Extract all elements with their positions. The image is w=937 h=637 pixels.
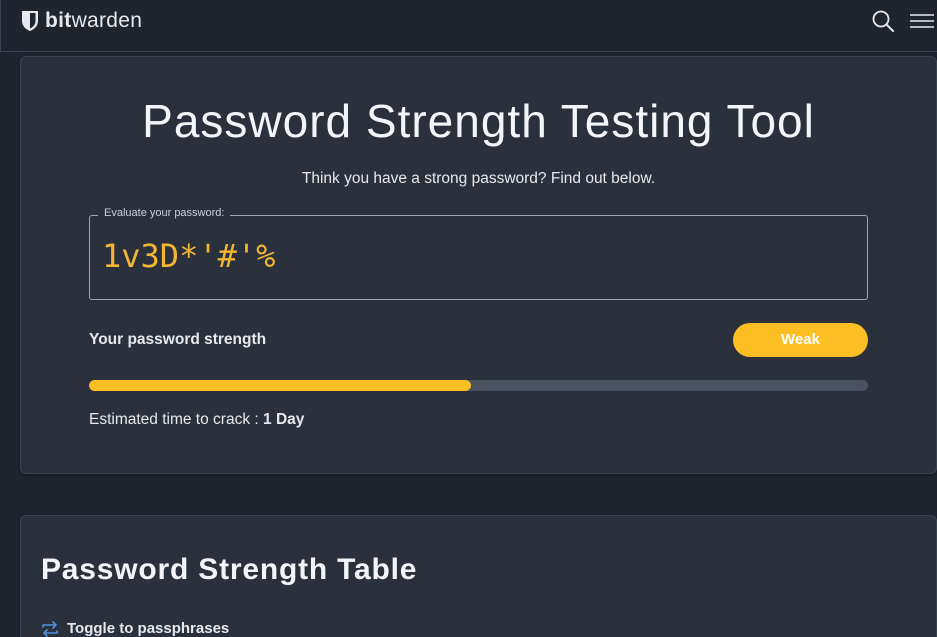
search-button[interactable] xyxy=(871,9,895,33)
logo-text-regular: warden xyxy=(71,9,143,32)
menu-button[interactable] xyxy=(909,10,935,32)
strength-meter-fill xyxy=(89,380,471,391)
shield-icon xyxy=(22,11,38,31)
strength-meter xyxy=(89,380,868,391)
hamburger-menu-icon xyxy=(910,14,934,28)
swap-arrows-icon xyxy=(42,620,58,637)
logo-text-bold: bit xyxy=(45,9,72,32)
page-title: Password Strength Testing Tool xyxy=(142,95,815,147)
search-icon xyxy=(872,10,894,32)
logo-text: bitwarden xyxy=(45,9,142,33)
crack-time-label: Estimated time to crack : xyxy=(89,411,259,428)
crack-time: Estimated time to crack : 1 Day xyxy=(89,411,304,429)
top-navigation-bar: bitwarden xyxy=(0,0,937,52)
strength-table-title: Password Strength Table xyxy=(41,553,418,586)
toggle-passphrases-button[interactable]: Toggle to passphrases xyxy=(41,620,229,637)
bitwarden-logo[interactable]: bitwarden xyxy=(21,9,142,33)
crack-time-value: 1 Day xyxy=(263,411,305,428)
password-input[interactable] xyxy=(102,232,852,280)
page-subtitle: Think you have a strong password? Find o… xyxy=(301,170,656,187)
strength-label: Your password strength xyxy=(89,331,267,348)
password-field-label: Evaluate your password: xyxy=(98,207,231,219)
toggle-passphrases-label: Toggle to passphrases xyxy=(67,620,230,637)
strength-badge: Weak xyxy=(733,323,868,357)
